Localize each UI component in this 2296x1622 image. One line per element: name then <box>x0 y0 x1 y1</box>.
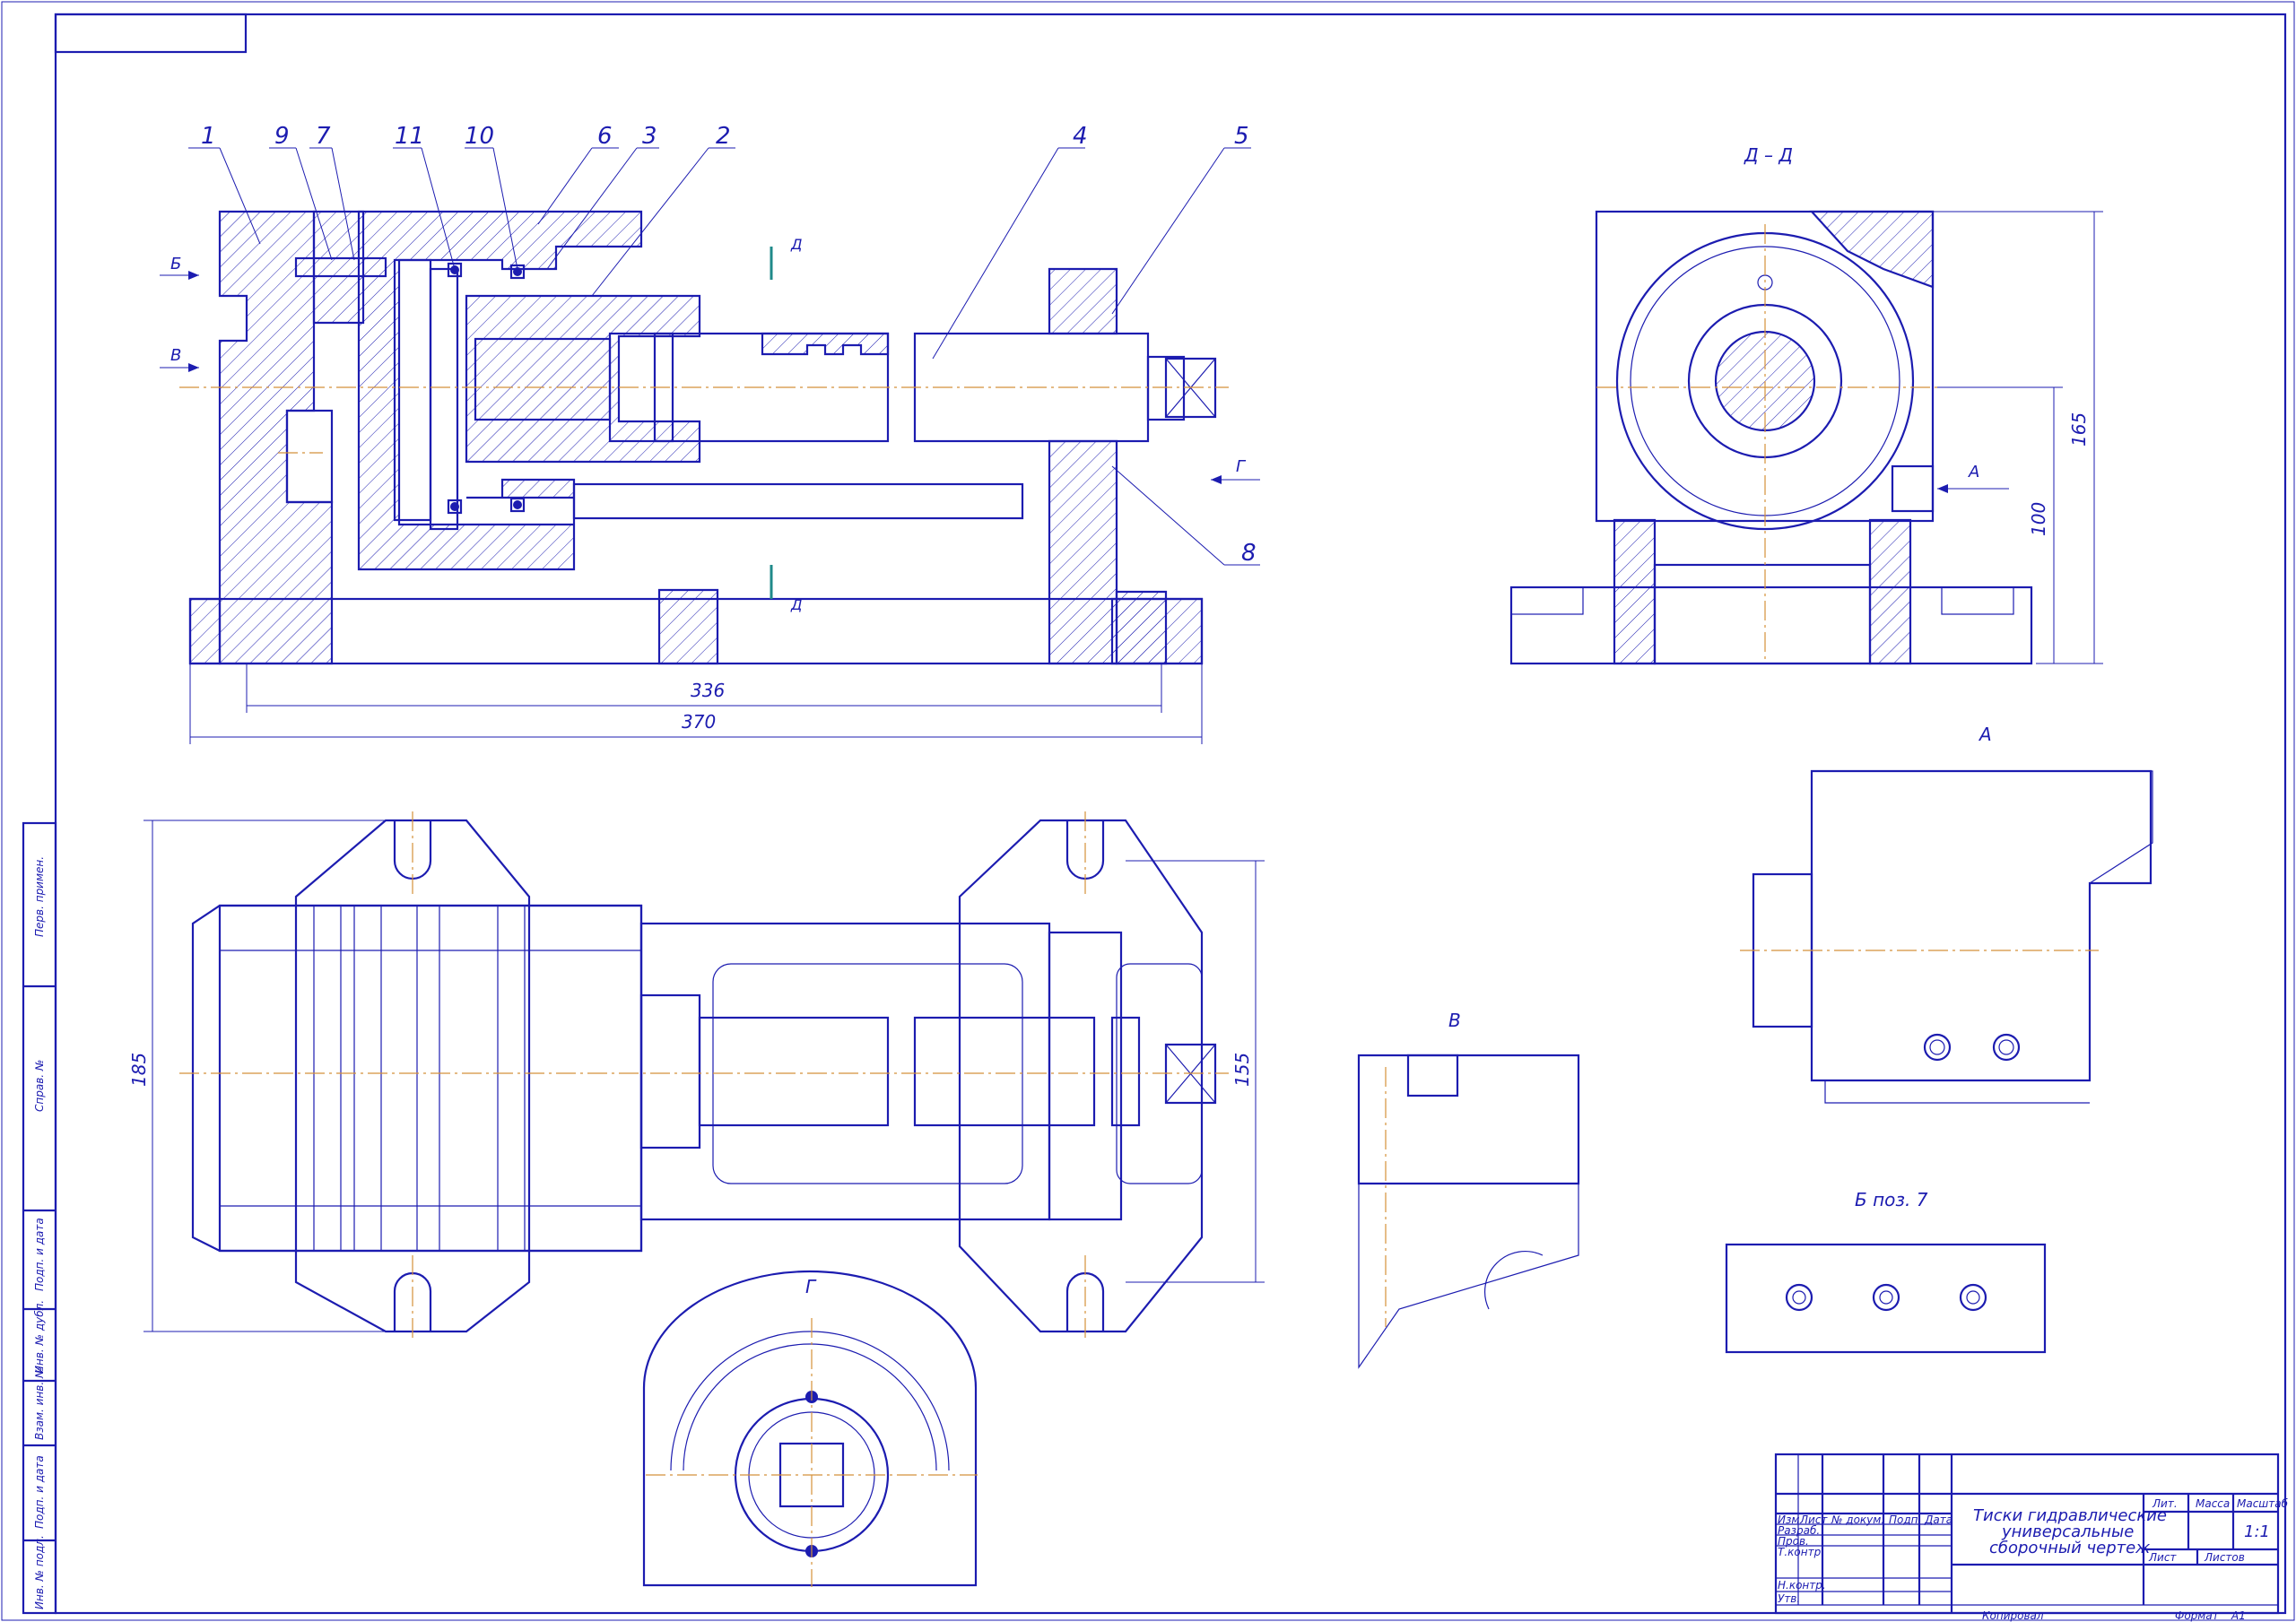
callout-3: 3 <box>642 123 657 150</box>
dim-370: 370 <box>682 711 716 733</box>
main-section-view: Д Д Б В Г 336 370 1 9 7 11 10 6 3 2 4 5 … <box>160 123 1260 744</box>
callout-10: 10 <box>465 123 494 150</box>
view-v: В <box>1357 1010 1580 1369</box>
title-block: Изм Лист № докум. Подп. Дата Разраб. Про… <box>1774 1453 2289 1622</box>
callout-6: 6 <box>597 123 613 150</box>
tb-row-tkontr: Т.контр. <box>1778 1546 1824 1558</box>
tb-row-nkontr: Н.контр. <box>1778 1579 1826 1592</box>
tb-title-line3: сборочный чертеж <box>1989 1539 2151 1557</box>
tb-listov: Листов <box>2204 1551 2245 1564</box>
stamp-perv-primen: Перв. примен. <box>33 856 46 937</box>
callout-8: 8 <box>1241 540 1257 567</box>
dim-155: 155 <box>1231 1053 1253 1087</box>
callout-7: 7 <box>316 123 331 150</box>
plan-view: 185 155 <box>128 811 1265 1340</box>
dim-100: 100 <box>2028 502 2049 536</box>
view-v-title: В <box>1448 1010 1461 1031</box>
arrow-v-label: В <box>170 346 181 365</box>
cut-d-bottom: Д <box>790 596 803 613</box>
tb-col-doc: № докум. <box>1831 1514 1884 1526</box>
callout-1: 1 <box>201 123 216 150</box>
callout-4: 4 <box>1073 123 1088 150</box>
assembly-drawing-sheet: Перв. примен. Справ. № Подп. и дата Инв.… <box>1 1 2295 1622</box>
tb-list: Лист <box>2148 1551 2177 1564</box>
dim-336: 336 <box>691 680 725 701</box>
section-dd-title: Д – Д <box>1744 144 1793 166</box>
callout-5: 5 <box>1234 123 1249 150</box>
stamp-vzam-inv: Взам. инв. № <box>33 1367 46 1440</box>
view-g: Г <box>642 1270 978 1587</box>
view-b-title: Б поз. 7 <box>1855 1189 1928 1210</box>
callout-9: 9 <box>274 123 290 150</box>
view-a-title: А <box>1978 724 1992 745</box>
tb-format-value: A1 <box>2231 1609 2246 1622</box>
tb-massa: Масса <box>2196 1497 2230 1510</box>
stamp-podp-data-1: Подп. и дата <box>33 1218 46 1291</box>
dim-185: 185 <box>128 1053 150 1087</box>
callout-2: 2 <box>716 123 731 150</box>
tb-kopiroval: Копировал <box>1982 1609 2044 1622</box>
arrow-a-label: А <box>1968 463 1979 481</box>
arrow-g-label: Г <box>1236 457 1247 476</box>
view-a: А <box>1740 724 2153 1104</box>
arrow-b-label: Б <box>170 255 181 273</box>
tb-masshtab: Масштаб <box>2237 1497 2289 1510</box>
stamp-sprav-no: Справ. № <box>33 1060 46 1112</box>
view-b-detail: Б поз. 7 <box>1725 1189 2047 1354</box>
cut-d-top: Д <box>790 236 803 253</box>
section-dd-view: Д – Д 165 100 А <box>1509 144 2103 665</box>
tb-format: Формат <box>2175 1609 2220 1622</box>
tb-col-podp: Подп. <box>1889 1514 1921 1526</box>
tb-lit: Лит. <box>2152 1497 2178 1510</box>
tb-row-utv: Утв. <box>1778 1592 1800 1605</box>
stamp-inv-podl: Инв. № подл. <box>33 1535 46 1609</box>
callout-11: 11 <box>395 123 424 150</box>
view-g-title: Г <box>805 1276 817 1297</box>
side-stamp: Перв. примен. Справ. № Подп. и дата Инв.… <box>22 821 57 1615</box>
tb-scale-value: 1:1 <box>2244 1522 2270 1541</box>
stamp-podp-data-2: Подп. и дата <box>33 1455 46 1529</box>
stamp-inv-dubl: Инв. № дубл. <box>33 1300 46 1374</box>
tb-col-data: Дата <box>1924 1514 1952 1526</box>
dim-165: 165 <box>2068 412 2090 447</box>
